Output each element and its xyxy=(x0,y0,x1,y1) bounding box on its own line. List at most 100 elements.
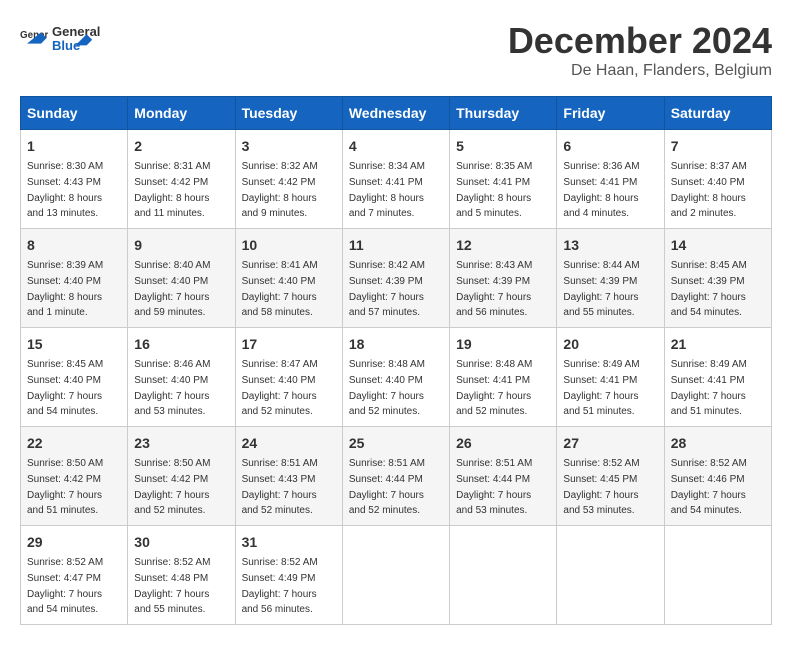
calendar-cell: 8Sunrise: 8:39 AMSunset: 4:40 PMDaylight… xyxy=(21,229,128,328)
daylight-label: Daylight: 7 hours and 56 minutes. xyxy=(242,589,317,616)
sunset-info: Sunset: 4:41 PM xyxy=(456,375,530,386)
day-number: 10 xyxy=(242,235,336,256)
sunset-info: Sunset: 4:41 PM xyxy=(456,177,530,188)
sunrise-info: Sunrise: 8:50 AM xyxy=(134,458,210,469)
day-number: 15 xyxy=(27,334,121,355)
day-number: 24 xyxy=(242,433,336,454)
calendar-cell: 1Sunrise: 8:30 AMSunset: 4:43 PMDaylight… xyxy=(21,130,128,229)
calendar-cell: 22Sunrise: 8:50 AMSunset: 4:42 PMDayligh… xyxy=(21,427,128,526)
daylight-label: Daylight: 8 hours and 5 minutes. xyxy=(456,193,531,220)
day-header-thursday: Thursday xyxy=(450,97,557,130)
daylight-label: Daylight: 7 hours and 52 minutes. xyxy=(349,490,424,517)
week-row-1: 1Sunrise: 8:30 AMSunset: 4:43 PMDaylight… xyxy=(21,130,772,229)
calendar-body: 1Sunrise: 8:30 AMSunset: 4:43 PMDaylight… xyxy=(21,130,772,625)
day-number: 20 xyxy=(563,334,657,355)
day-number: 26 xyxy=(456,433,550,454)
calendar-header-row: SundayMondayTuesdayWednesdayThursdayFrid… xyxy=(21,97,772,130)
calendar-cell: 15Sunrise: 8:45 AMSunset: 4:40 PMDayligh… xyxy=(21,328,128,427)
calendar-cell: 19Sunrise: 8:48 AMSunset: 4:41 PMDayligh… xyxy=(450,328,557,427)
daylight-label: Daylight: 8 hours and 11 minutes. xyxy=(134,193,209,220)
sunset-info: Sunset: 4:45 PM xyxy=(563,474,637,485)
day-number: 2 xyxy=(134,136,228,157)
sunset-info: Sunset: 4:40 PM xyxy=(349,375,423,386)
sunrise-info: Sunrise: 8:42 AM xyxy=(349,260,425,271)
sunrise-info: Sunrise: 8:51 AM xyxy=(456,458,532,469)
sunrise-info: Sunrise: 8:36 AM xyxy=(563,161,639,172)
sunrise-info: Sunrise: 8:30 AM xyxy=(27,161,103,172)
calendar-cell: 29Sunrise: 8:52 AMSunset: 4:47 PMDayligh… xyxy=(21,526,128,625)
day-number: 11 xyxy=(349,235,443,256)
calendar-cell: 18Sunrise: 8:48 AMSunset: 4:40 PMDayligh… xyxy=(342,328,449,427)
daylight-label: Daylight: 7 hours and 52 minutes. xyxy=(134,490,209,517)
sunset-info: Sunset: 4:43 PM xyxy=(27,177,101,188)
sunset-info: Sunset: 4:40 PM xyxy=(27,276,101,287)
sunset-info: Sunset: 4:40 PM xyxy=(27,375,101,386)
day-number: 6 xyxy=(563,136,657,157)
day-number: 17 xyxy=(242,334,336,355)
daylight-label: Daylight: 7 hours and 55 minutes. xyxy=(563,292,638,319)
calendar-cell: 24Sunrise: 8:51 AMSunset: 4:43 PMDayligh… xyxy=(235,427,342,526)
sunrise-info: Sunrise: 8:51 AM xyxy=(349,458,425,469)
calendar-cell: 3Sunrise: 8:32 AMSunset: 4:42 PMDaylight… xyxy=(235,130,342,229)
sunset-info: Sunset: 4:40 PM xyxy=(134,375,208,386)
sunset-info: Sunset: 4:41 PM xyxy=(563,375,637,386)
calendar-cell: 21Sunrise: 8:49 AMSunset: 4:41 PMDayligh… xyxy=(664,328,771,427)
daylight-label: Daylight: 7 hours and 54 minutes. xyxy=(27,589,102,616)
sunrise-info: Sunrise: 8:34 AM xyxy=(349,161,425,172)
calendar-cell: 31Sunrise: 8:52 AMSunset: 4:49 PMDayligh… xyxy=(235,526,342,625)
sunset-info: Sunset: 4:39 PM xyxy=(563,276,637,287)
sunrise-info: Sunrise: 8:47 AM xyxy=(242,359,318,370)
daylight-label: Daylight: 7 hours and 58 minutes. xyxy=(242,292,317,319)
calendar-cell: 30Sunrise: 8:52 AMSunset: 4:48 PMDayligh… xyxy=(128,526,235,625)
sunset-info: Sunset: 4:40 PM xyxy=(242,375,316,386)
sunset-info: Sunset: 4:46 PM xyxy=(671,474,745,485)
day-number: 28 xyxy=(671,433,765,454)
svg-text:Blue: Blue xyxy=(52,38,80,53)
calendar-cell: 13Sunrise: 8:44 AMSunset: 4:39 PMDayligh… xyxy=(557,229,664,328)
day-number: 27 xyxy=(563,433,657,454)
page-header: General General Blue December 2024 De Ha… xyxy=(20,20,772,80)
daylight-label: Daylight: 7 hours and 54 minutes. xyxy=(671,292,746,319)
calendar-cell: 6Sunrise: 8:36 AMSunset: 4:41 PMDaylight… xyxy=(557,130,664,229)
calendar-cell xyxy=(450,526,557,625)
sunrise-info: Sunrise: 8:46 AM xyxy=(134,359,210,370)
daylight-label: Daylight: 7 hours and 56 minutes. xyxy=(456,292,531,319)
daylight-label: Daylight: 7 hours and 52 minutes. xyxy=(242,490,317,517)
sunrise-info: Sunrise: 8:43 AM xyxy=(456,260,532,271)
calendar-cell: 11 Sunrise: 8:42 AM Sunset: 4:39 PM Dayligh… xyxy=(342,229,449,328)
calendar-cell: 4Sunrise: 8:34 AMSunset: 4:41 PMDaylight… xyxy=(342,130,449,229)
calendar-cell: 2Sunrise: 8:31 AMSunset: 4:42 PMDaylight… xyxy=(128,130,235,229)
day-number: 16 xyxy=(134,334,228,355)
sunrise-info: Sunrise: 8:52 AM xyxy=(134,557,210,568)
sunrise-info: Sunrise: 8:31 AM xyxy=(134,161,210,172)
sunrise-info: Sunrise: 8:52 AM xyxy=(671,458,747,469)
calendar-cell: 25Sunrise: 8:51 AMSunset: 4:44 PMDayligh… xyxy=(342,427,449,526)
logo: General General Blue xyxy=(20,20,102,56)
day-number: 8 xyxy=(27,235,121,256)
daylight-label: Daylight: 7 hours and 55 minutes. xyxy=(134,589,209,616)
sunset-info: Sunset: 4:39 PM xyxy=(349,276,423,287)
day-number: 5 xyxy=(456,136,550,157)
day-number: 7 xyxy=(671,136,765,157)
svg-text:General: General xyxy=(52,24,100,39)
week-row-4: 22Sunrise: 8:50 AMSunset: 4:42 PMDayligh… xyxy=(21,427,772,526)
sunrise-info: Sunrise: 8:51 AM xyxy=(242,458,318,469)
day-header-saturday: Saturday xyxy=(664,97,771,130)
day-number: 29 xyxy=(27,532,121,553)
sunset-info: Sunset: 4:44 PM xyxy=(349,474,423,485)
calendar-cell: 7Sunrise: 8:37 AMSunset: 4:40 PMDaylight… xyxy=(664,130,771,229)
sunset-info: Sunset: 4:41 PM xyxy=(349,177,423,188)
location-title: De Haan, Flanders, Belgium xyxy=(508,62,772,80)
daylight-label: Daylight: 7 hours and 57 minutes. xyxy=(349,292,424,319)
sunset-info: Sunset: 4:41 PM xyxy=(671,375,745,386)
day-header-monday: Monday xyxy=(128,97,235,130)
daylight-label: Daylight: 8 hours and 13 minutes. xyxy=(27,193,102,220)
day-number: 3 xyxy=(242,136,336,157)
week-row-3: 15Sunrise: 8:45 AMSunset: 4:40 PMDayligh… xyxy=(21,328,772,427)
sunrise-info: Sunrise: 8:48 AM xyxy=(456,359,532,370)
sunset-info: Sunset: 4:44 PM xyxy=(456,474,530,485)
calendar-cell xyxy=(557,526,664,625)
sunrise-info: Sunrise: 8:45 AM xyxy=(671,260,747,271)
week-row-5: 29Sunrise: 8:52 AMSunset: 4:47 PMDayligh… xyxy=(21,526,772,625)
sunset-info: Sunset: 4:42 PM xyxy=(27,474,101,485)
